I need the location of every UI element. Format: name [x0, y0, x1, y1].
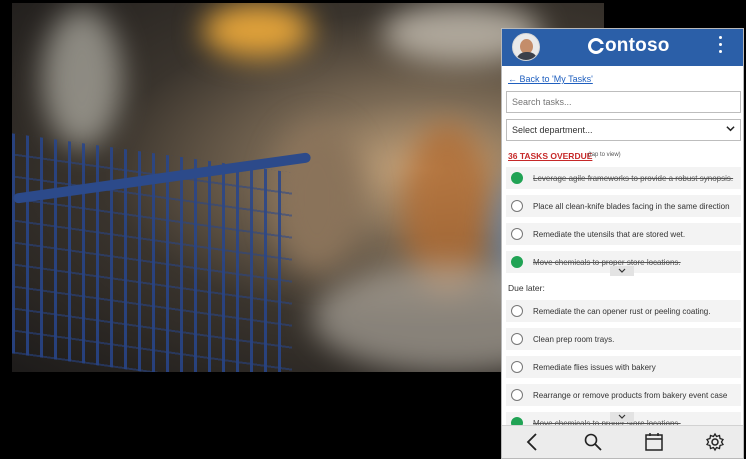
task-label: Leverage agile frameworks to provide a r… [533, 173, 734, 183]
more-options-icon[interactable] [719, 36, 723, 57]
logo-text: ontoso [605, 35, 670, 56]
task-checkbox[interactable] [511, 172, 523, 184]
settings-button[interactable] [703, 430, 727, 454]
task-label: Move chemicals to proper store locations… [533, 257, 681, 267]
department-select[interactable]: Select department... [506, 119, 741, 141]
search-input[interactable] [506, 91, 741, 113]
shelf-blur [42, 8, 122, 148]
settings-icon [705, 432, 724, 452]
task-checkbox[interactable] [511, 361, 523, 373]
calendar-button[interactable] [642, 430, 666, 454]
task-checkbox[interactable] [511, 228, 523, 240]
task-item[interactable]: Leverage agile frameworks to provide a r… [506, 167, 741, 189]
tap-to-view-hint: (tap to view) [588, 152, 621, 158]
task-label: Place all clean-knife blades facing in t… [533, 201, 730, 211]
avatar-body [516, 52, 538, 60]
task-item[interactable]: Remediate flies issues with bakery [506, 356, 741, 378]
chevron-down-icon [726, 126, 735, 132]
department-select-value: Select department... [512, 125, 593, 135]
search-button[interactable] [581, 430, 605, 454]
task-checkbox[interactable] [511, 305, 523, 317]
chevron-down-icon [618, 414, 626, 419]
task-checkbox[interactable] [511, 389, 523, 401]
task-item[interactable]: Remediate the can opener rust or peeling… [506, 300, 741, 322]
task-item[interactable]: Remediate the utensils that are stored w… [506, 223, 741, 245]
contoso-logo: ontoso [588, 35, 670, 57]
expand-due-later-button[interactable] [610, 412, 634, 422]
back-to-my-tasks-link[interactable]: ← Back to 'My Tasks' [508, 74, 593, 84]
back-button[interactable] [520, 430, 544, 454]
task-label: Remediate the can opener rust or peeling… [533, 306, 711, 316]
task-checkbox[interactable] [511, 333, 523, 345]
due-later-heading: Due later: [508, 283, 545, 293]
bottom-navigation [502, 425, 743, 458]
chevron-down-icon [618, 268, 626, 273]
task-item[interactable]: Clean prep room trays. [506, 328, 741, 350]
expand-overdue-button[interactable] [610, 266, 634, 276]
tasks-overdue-link[interactable]: 36 TASKS OVERDUE [508, 151, 592, 161]
back-icon [527, 433, 538, 451]
search-icon [584, 433, 602, 451]
logo-c-icon [588, 38, 605, 54]
task-label: Rearrange or remove products from bakery… [533, 390, 728, 400]
task-checkbox[interactable] [511, 200, 523, 212]
app-header: ontoso [502, 29, 743, 66]
task-label: Clean prep room trays. [533, 334, 615, 344]
user-avatar[interactable] [512, 33, 540, 61]
store-sign-blur [202, 3, 312, 58]
task-checkbox[interactable] [511, 256, 523, 268]
task-label: Remediate flies issues with bakery [533, 362, 656, 372]
task-label: Remediate the utensils that are stored w… [533, 229, 686, 239]
task-item[interactable]: Place all clean-knife blades facing in t… [506, 195, 741, 217]
calendar-icon [645, 433, 663, 451]
task-app-window: ontoso ← Back to 'My Tasks' Select depar… [501, 28, 744, 459]
task-item[interactable]: Rearrange or remove products from bakery… [506, 384, 741, 406]
